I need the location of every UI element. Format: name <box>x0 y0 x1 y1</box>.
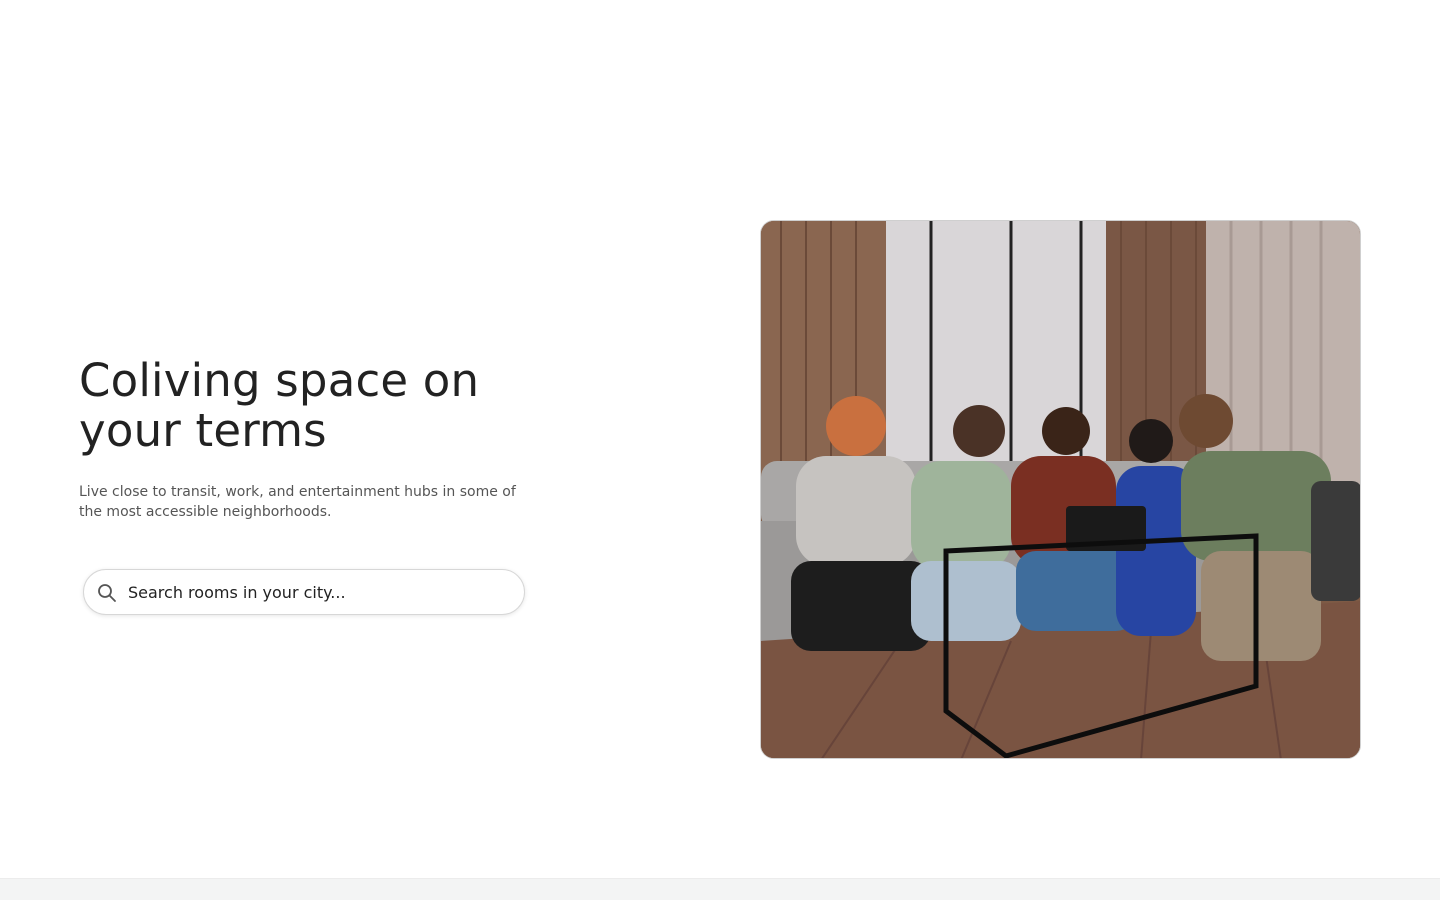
search-box[interactable] <box>83 569 525 615</box>
hero-title: Coliving space on your terms <box>79 354 480 457</box>
search-input[interactable] <box>128 570 518 614</box>
search-icon <box>96 582 118 604</box>
hero-subtitle: Live close to transit, work, and enterta… <box>79 484 516 520</box>
hero-text: Coliving space on your terms Live close … <box>79 356 539 522</box>
hero-photo <box>760 220 1361 759</box>
page: Coliving space on your terms Live close … <box>0 0 1440 900</box>
footer-strip <box>0 878 1440 900</box>
